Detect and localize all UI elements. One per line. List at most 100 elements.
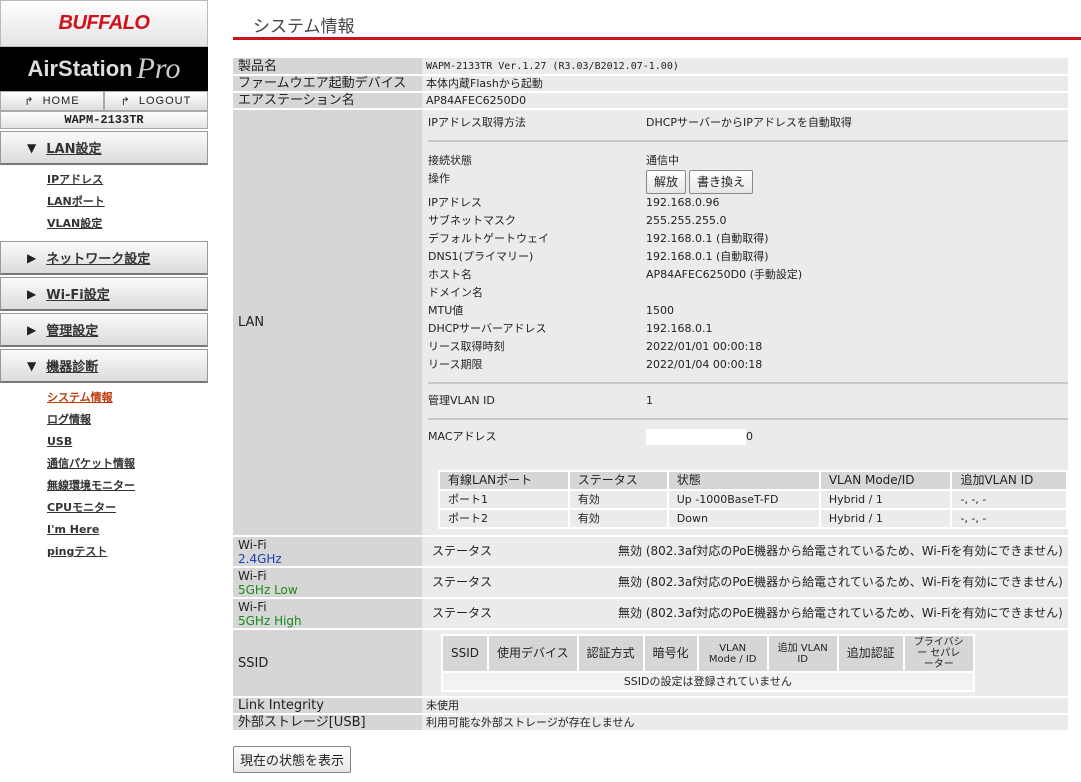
mac-address-label: MACアドレス bbox=[428, 430, 497, 443]
menu-3[interactable]: ▶ 管理設定 bbox=[0, 313, 208, 347]
lan-info-value: 1500 bbox=[646, 304, 674, 317]
product-label: 製品名 bbox=[233, 58, 422, 76]
menu-2[interactable]: ▶ Wi-Fi設定 bbox=[0, 277, 208, 311]
triangle-right-icon: ▶ bbox=[27, 250, 37, 265]
lan-info-label: ドメイン名 bbox=[428, 286, 483, 299]
table-cell: 有効 bbox=[567, 489, 669, 510]
model-name: WAPM-2133TR bbox=[0, 111, 208, 129]
table-cell: ポート2 bbox=[438, 508, 570, 529]
menu-link[interactable]: ログ情報 bbox=[47, 409, 208, 431]
buffalo-logo: BUFFALO bbox=[0, 0, 208, 47]
lan-info-label: サブネットマスク bbox=[428, 214, 516, 227]
wifi-status-label: ステータス bbox=[432, 544, 493, 558]
lan-info-label: ホスト名 bbox=[428, 268, 472, 281]
lan-info-value: 192.168.0.1 bbox=[646, 322, 713, 335]
column-header: 状態 bbox=[666, 470, 821, 491]
wifi-status-value: 無効 (802.3af対応のPoE機器から給電されているため、Wi-Fiを有効に… bbox=[618, 544, 1063, 558]
firmware-label: ファームウエア起動デバイス bbox=[233, 75, 422, 93]
lan-label: LAN bbox=[233, 109, 422, 537]
spacer bbox=[428, 454, 1068, 456]
usb-storage-label: 外部ストレージ[USB] bbox=[233, 714, 422, 732]
wifi-band: 5GHz High bbox=[238, 613, 302, 628]
sidebar: BUFFALO AirStation Pro ↱ HOME ↱ LOGOUT WAPM… bbox=[0, 0, 208, 782]
table-row: ポート2 有効 Down Hybrid / 1 -, -, - bbox=[438, 508, 1068, 529]
divider bbox=[428, 382, 1068, 384]
lan-info-value: 192.168.0.96 bbox=[646, 196, 720, 209]
renew-button[interactable]: 書き換え bbox=[689, 170, 754, 194]
column-header: 使用デバイス bbox=[487, 634, 579, 673]
menu-link[interactable]: システム情報 bbox=[47, 387, 208, 409]
ssid-table: SSID 使用デバイス 認証方式 暗号化 VLAN Mode / ID 追加 VLAN I… bbox=[440, 634, 975, 692]
menu-label[interactable]: Wi-Fi設定 bbox=[46, 284, 110, 303]
release-button[interactable]: 解放 bbox=[646, 170, 687, 194]
product-line-suffix: Pro bbox=[136, 52, 181, 85]
ssid-label: SSID bbox=[233, 629, 422, 698]
return-arrow-icon: ↱ bbox=[24, 95, 35, 108]
table-cell: Hybrid / 1 bbox=[818, 489, 953, 510]
management-vlan-label: 管理VLAN ID bbox=[428, 394, 495, 407]
table-cell: Up -1000BaseT-FD bbox=[666, 489, 821, 510]
lan-ports-table: 有線LANポート ステータス 状態 VLAN Mode/ID 追加VLAN ID ポート1… bbox=[438, 470, 1068, 529]
logout-button[interactable]: ↱ LOGOUT bbox=[104, 91, 208, 111]
column-header: VLAN Mode / ID bbox=[696, 634, 769, 673]
connection-status-value: 通信中 bbox=[646, 154, 679, 167]
column-header: ステータス bbox=[567, 470, 669, 491]
menu-link[interactable]: CPUモニター bbox=[47, 497, 208, 519]
divider bbox=[428, 418, 1068, 420]
wifi-band: 2.4GHz bbox=[238, 551, 282, 566]
lan-info-label: デフォルトゲートウェイ bbox=[428, 232, 549, 245]
station-name-value: AP84AFEC6250D0 bbox=[422, 92, 1068, 110]
ssid-empty-message: SSIDの設定は登録されていません bbox=[441, 671, 975, 692]
airstation-logo: AirStation Pro bbox=[0, 47, 208, 91]
menu-label[interactable]: 管理設定 bbox=[46, 320, 98, 339]
table-cell: -, -, - bbox=[950, 508, 1068, 529]
menu-link[interactable]: pingテスト bbox=[47, 541, 208, 563]
menu-label[interactable]: ネットワーク設定 bbox=[46, 248, 150, 267]
column-header: 追加VLAN ID bbox=[950, 470, 1068, 491]
lan-info-label: DNS1(プライマリー) bbox=[428, 250, 534, 263]
table-row: ポート1 有効 Up -1000BaseT-FD Hybrid / 1 -, -, - bbox=[438, 489, 1068, 510]
table-cell: Hybrid / 1 bbox=[818, 508, 953, 529]
connection-status-label: 接続状態 bbox=[428, 154, 472, 167]
table-cell: 有効 bbox=[567, 508, 669, 529]
home-button[interactable]: ↱ HOME bbox=[0, 91, 104, 111]
wifi-status-label: ステータス bbox=[432, 606, 493, 620]
column-header: 追加 VLAN ID bbox=[766, 634, 839, 673]
wifi-label: Wi-Fi bbox=[238, 599, 267, 614]
menu-link[interactable]: VLAN設定 bbox=[47, 213, 208, 235]
menu-0[interactable]: ▼ LAN設定 bbox=[0, 131, 208, 165]
column-header: 暗号化 bbox=[642, 634, 699, 673]
firmware-value: 本体内蔵Flashから起動 bbox=[422, 75, 1068, 93]
triangle-down-icon: ▼ bbox=[27, 140, 37, 155]
wifi-status-label: ステータス bbox=[432, 575, 493, 589]
logout-label: LOGOUT bbox=[138, 95, 192, 107]
operation-label: 操作 bbox=[428, 172, 450, 185]
menu-link[interactable]: USB bbox=[47, 431, 208, 453]
menu-link[interactable]: 無線環境モニター bbox=[47, 475, 208, 497]
link-integrity-label: Link Integrity bbox=[233, 697, 422, 715]
management-vlan-value: 1 bbox=[646, 394, 653, 407]
triangle-down-icon: ▼ bbox=[27, 358, 37, 373]
lan-info-label: DHCPサーバーアドレス bbox=[428, 322, 547, 335]
column-header: 認証方式 bbox=[576, 634, 645, 673]
menu-link[interactable]: I'm Here bbox=[47, 519, 208, 541]
menu-link[interactable]: LANポート bbox=[47, 191, 208, 213]
lan-info-label: リース期限 bbox=[428, 358, 483, 371]
column-header: 追加認証 bbox=[836, 634, 905, 673]
link-integrity-value: 未使用 bbox=[422, 697, 1068, 715]
menu-4[interactable]: ▼ 機器診断 bbox=[0, 349, 208, 383]
lan-info-value bbox=[646, 284, 1068, 302]
show-current-status-button[interactable]: 現在の状態を表示 bbox=[233, 746, 352, 773]
triangle-right-icon: ▶ bbox=[27, 322, 37, 337]
wifi-label: Wi-Fi bbox=[238, 537, 267, 552]
column-header: SSID bbox=[440, 634, 490, 673]
menu-link[interactable]: IPアドレス bbox=[47, 169, 208, 191]
station-name-label: エアステーション名 bbox=[233, 92, 422, 110]
menu-1[interactable]: ▶ ネットワーク設定 bbox=[0, 241, 208, 275]
table-cell: Down bbox=[666, 508, 821, 529]
lan-info-value: 2022/01/04 00:00:18 bbox=[646, 358, 763, 371]
menu-label[interactable]: LAN設定 bbox=[46, 138, 101, 157]
divider bbox=[428, 140, 1068, 142]
menu-link[interactable]: 通信パケット情報 bbox=[47, 453, 208, 475]
menu-label[interactable]: 機器診断 bbox=[46, 356, 98, 375]
